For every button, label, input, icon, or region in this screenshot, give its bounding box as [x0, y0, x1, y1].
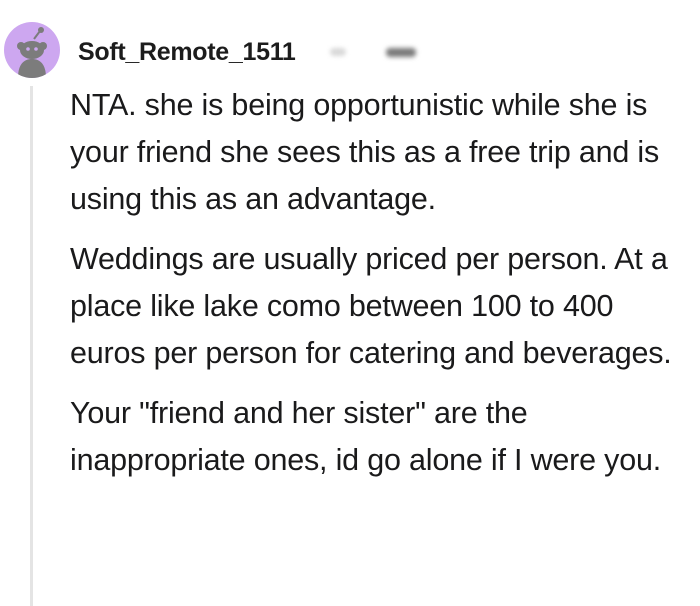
timestamp-blurred	[385, 47, 416, 57]
comment-paragraph: Your "friend and her sister" are the ina…	[70, 396, 662, 477]
username[interactable]: Soft_Remote_1511	[78, 38, 296, 67]
thread-line[interactable]	[30, 86, 33, 606]
comment-paragraph: Weddings are usually priced per person. …	[70, 242, 672, 370]
comment-header: Soft_Remote_1511	[78, 34, 416, 70]
snoo-avatar-icon[interactable]	[4, 22, 60, 78]
comment-paragraph: NTA. she is being opportunistic while sh…	[70, 88, 660, 216]
dot-separator-icon	[329, 48, 346, 56]
comment: Soft_Remote_1511 NTA. she is being oppor…	[0, 0, 700, 606]
comment-body: NTA. she is being opportunistic while sh…	[70, 82, 695, 484]
